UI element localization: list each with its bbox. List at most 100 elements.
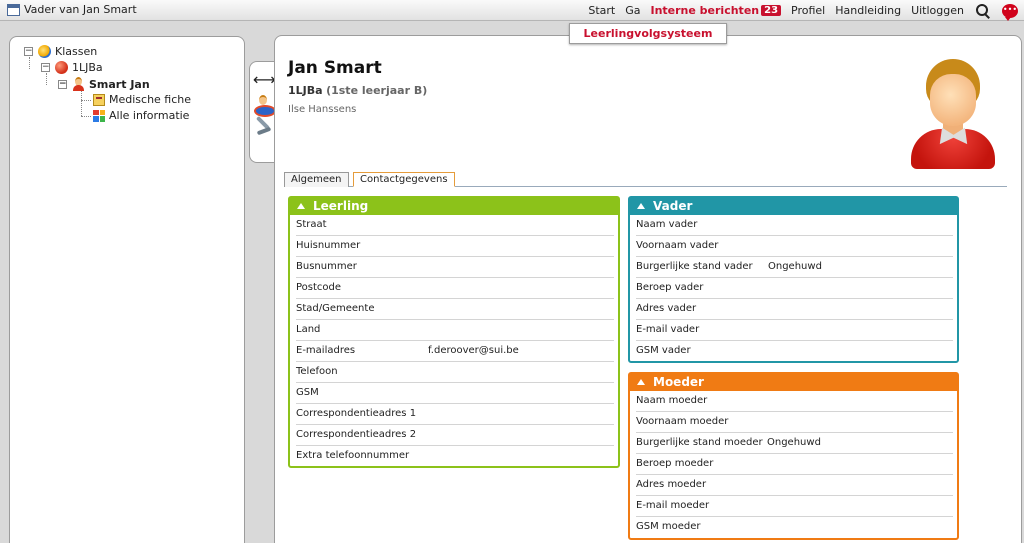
field-label: E-mail moeder [636,500,710,511]
field-row: Naam vader [636,215,953,236]
class-ball-icon [55,61,68,74]
field-label: Burgerlijke stand vader [636,261,753,272]
tool-strip: ⟷ [249,61,276,163]
field-row: Huisnummer [296,236,614,257]
tree-connector [81,100,91,101]
tree-node-class[interactable]: − 1LJBa [41,61,103,74]
field-row: Beroep moeder [636,454,953,475]
collapse-icon[interactable]: − [58,79,67,89]
nav-ga-link[interactable]: Ga [625,4,640,17]
field-row: GSM vader [636,341,953,362]
section-leerling: Leerling Straat Huisnummer Busnummer Postco… [288,196,620,468]
grid-icon [93,109,105,122]
field-value: Ongehuwd [767,437,821,448]
field-row: Adres moeder [636,475,953,496]
field-row: Beroep vader [636,278,953,299]
class-description: (1ste leerjaar B) [326,84,428,97]
section-leerling-header[interactable]: Leerling [290,198,618,215]
field-row: Land [296,320,614,341]
teacher-name: Ilse Hanssens [288,104,357,115]
chat-bubble-icon[interactable]: ••• [1002,3,1018,21]
field-row: Correspondentieadres 1 [296,404,614,425]
field-label: Beroep vader [636,282,704,293]
field-label: Stad/Gemeente [296,303,375,314]
field-label: E-mail vader [636,324,700,335]
tree-label: Smart Jan [89,77,150,91]
field-label: GSM vader [636,345,691,356]
field-row: E-mailadres f.deroover@sui.be [296,341,614,362]
nav-messages-link[interactable]: Interne berichten [650,4,759,17]
field-label: Voornaam moeder [636,416,729,427]
field-label: Voornaam vader [636,240,719,251]
collapse-triangle-icon [297,203,305,209]
field-label: Postcode [296,282,342,293]
person-target-icon[interactable] [253,94,276,117]
globe-icon [38,45,51,58]
tree-node-medical[interactable]: Medische fiche [93,93,191,106]
nav-start-link[interactable]: Start [588,4,615,17]
top-bar: Vader van Jan Smart Start Ga Interne ber… [0,0,1024,21]
tree-connector [81,116,91,117]
student-avatar [908,57,998,172]
field-label: Naam moeder [636,395,708,406]
field-row: GSM moeder [636,517,953,538]
section-title: Moeder [653,375,704,389]
field-row: Burgerlijke stand moeder Ongehuwd [636,433,953,454]
field-label: GSM moeder [636,521,701,532]
field-row: Busnummer [296,257,614,278]
tree-label: 1LJBa [72,61,103,74]
field-label: Adres moeder [636,479,707,490]
window-title: Vader van Jan Smart [24,3,137,16]
collapse-icon[interactable]: − [41,63,50,72]
section-moeder-header[interactable]: Moeder [630,374,957,391]
field-row: Stad/Gemeente [296,299,614,320]
student-name: Jan Smart [288,58,382,78]
collapse-triangle-icon [637,203,645,209]
tree-connector [29,57,30,69]
field-row: Postcode [296,278,614,299]
tree-connector [81,91,82,116]
field-row: Extra telefoonnummer [296,446,614,467]
tree-connector [46,73,47,85]
field-label: Correspondentieadres 1 [296,408,417,419]
field-row: E-mail vader [636,320,953,341]
resize-arrows-icon[interactable]: ⟷ [253,70,276,90]
field-label: Telefoon [296,366,338,377]
field-row: Voornaam vader [636,236,953,257]
messages-count-badge[interactable]: 23 [761,5,782,16]
nav-logout-link[interactable]: Uitloggen [911,4,964,17]
tab-algemeen[interactable]: Algemeen [284,172,349,187]
field-label: E-mailadres [296,345,356,356]
field-label: Adres vader [636,303,697,314]
tools-wrench-icon[interactable] [253,118,273,138]
field-label: GSM [296,387,319,398]
collapse-icon[interactable]: − [24,47,33,56]
field-row: Correspondentieadres 2 [296,425,614,446]
section-title: Vader [653,199,693,213]
field-label: Extra telefoonnummer [296,450,410,461]
tree-label: Alle informatie [109,109,190,122]
nav-profile-link[interactable]: Profiel [791,4,825,17]
field-label: Beroep moeder [636,458,714,469]
field-row: Burgerlijke stand vader Ongehuwd [636,257,953,278]
field-label: Correspondentieadres 2 [296,429,417,440]
tree-node-student[interactable]: − Smart Jan [58,77,150,91]
nav-manual-link[interactable]: Handleiding [835,4,901,17]
field-row: Adres vader [636,299,953,320]
field-label: Busnummer [296,261,357,272]
section-vader-header[interactable]: Vader [630,198,957,215]
field-value: Ongehuwd [768,261,822,272]
section-moeder: Moeder Naam moeder Voornaam moeder Burgerl… [628,372,959,540]
tree-node-klassen[interactable]: − Klassen [24,45,97,58]
field-row: GSM [296,383,614,404]
student-class: 1LJBa (1ste leerjaar B) [288,84,427,97]
field-value: f.deroover@sui.be [428,345,519,356]
tree-node-all-info[interactable]: Alle informatie [93,109,189,122]
tab-contactgegevens[interactable]: Contactgegevens [353,172,455,187]
field-row: Voornaam moeder [636,412,953,433]
field-label: Straat [296,219,327,230]
field-row: Straat [296,215,614,236]
search-icon[interactable] [974,3,992,19]
field-row: E-mail moeder [636,496,953,517]
section-vader: Vader Naam vader Voornaam vader Burgerlijk… [628,196,959,363]
